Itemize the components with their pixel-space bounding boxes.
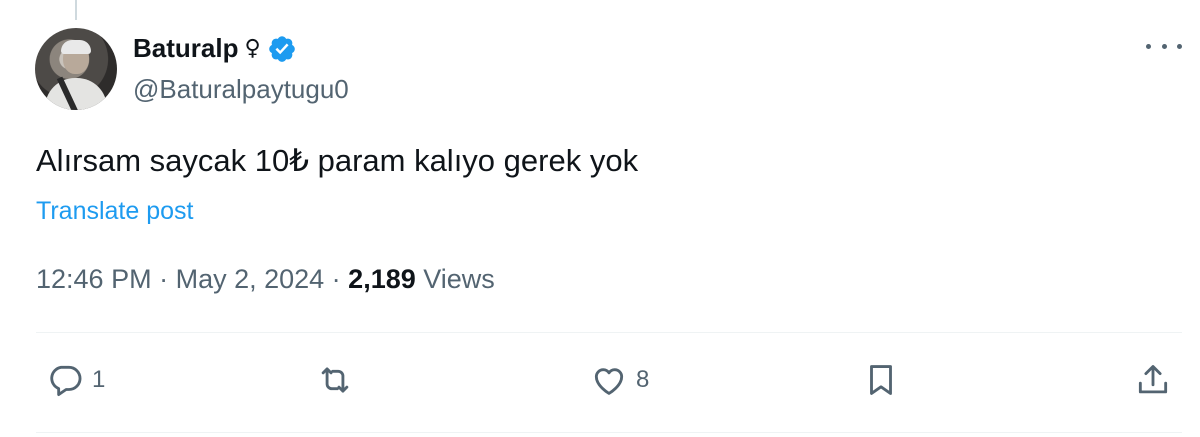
author-handle[interactable]: @Baturalpaytugu0 [133,74,349,105]
divider [36,332,1182,333]
share-button[interactable] [1134,361,1172,399]
thread-connector-line [75,0,77,20]
bottom-divider [36,432,1182,433]
views-label: Views [423,264,495,294]
meta-separator: · [324,264,349,294]
post-time[interactable]: 12:46 PM [36,264,152,294]
repost-icon [321,367,349,393]
heart-icon [594,368,624,395]
bookmark-icon [870,365,892,395]
bookmark-button[interactable] [862,361,900,399]
translate-post-link[interactable]: Translate post [36,197,193,226]
more-dot [1161,43,1167,49]
share-icon [1138,365,1168,394]
author-name-row: Baturalp ♀ [133,33,297,64]
verified-badge-icon[interactable] [267,34,297,64]
avatar-cap [61,40,91,54]
reply-button[interactable]: 1 [46,361,105,399]
reply-count: 1 [92,366,106,393]
meta-separator: · [151,264,176,294]
post-text: Alırsam saycak 10₺ param kalıyo gerek yo… [36,143,639,178]
repost-button[interactable] [316,361,362,399]
author-display-name[interactable]: Baturalp [133,33,238,64]
post-meta: 12:46 PM · May 2, 2024 · 2,189 Views [36,264,495,295]
more-options-button[interactable] [1146,36,1182,56]
venus-symbol: ♀ [244,36,261,61]
reply-icon [50,365,82,396]
more-dot [1177,43,1182,49]
views-count: 2,189 [348,264,416,294]
post-date[interactable]: May 2, 2024 [176,264,325,294]
like-count: 8 [636,366,650,393]
like-button[interactable]: 8 [590,361,649,399]
more-dot [1146,43,1151,49]
avatar[interactable] [35,28,117,110]
